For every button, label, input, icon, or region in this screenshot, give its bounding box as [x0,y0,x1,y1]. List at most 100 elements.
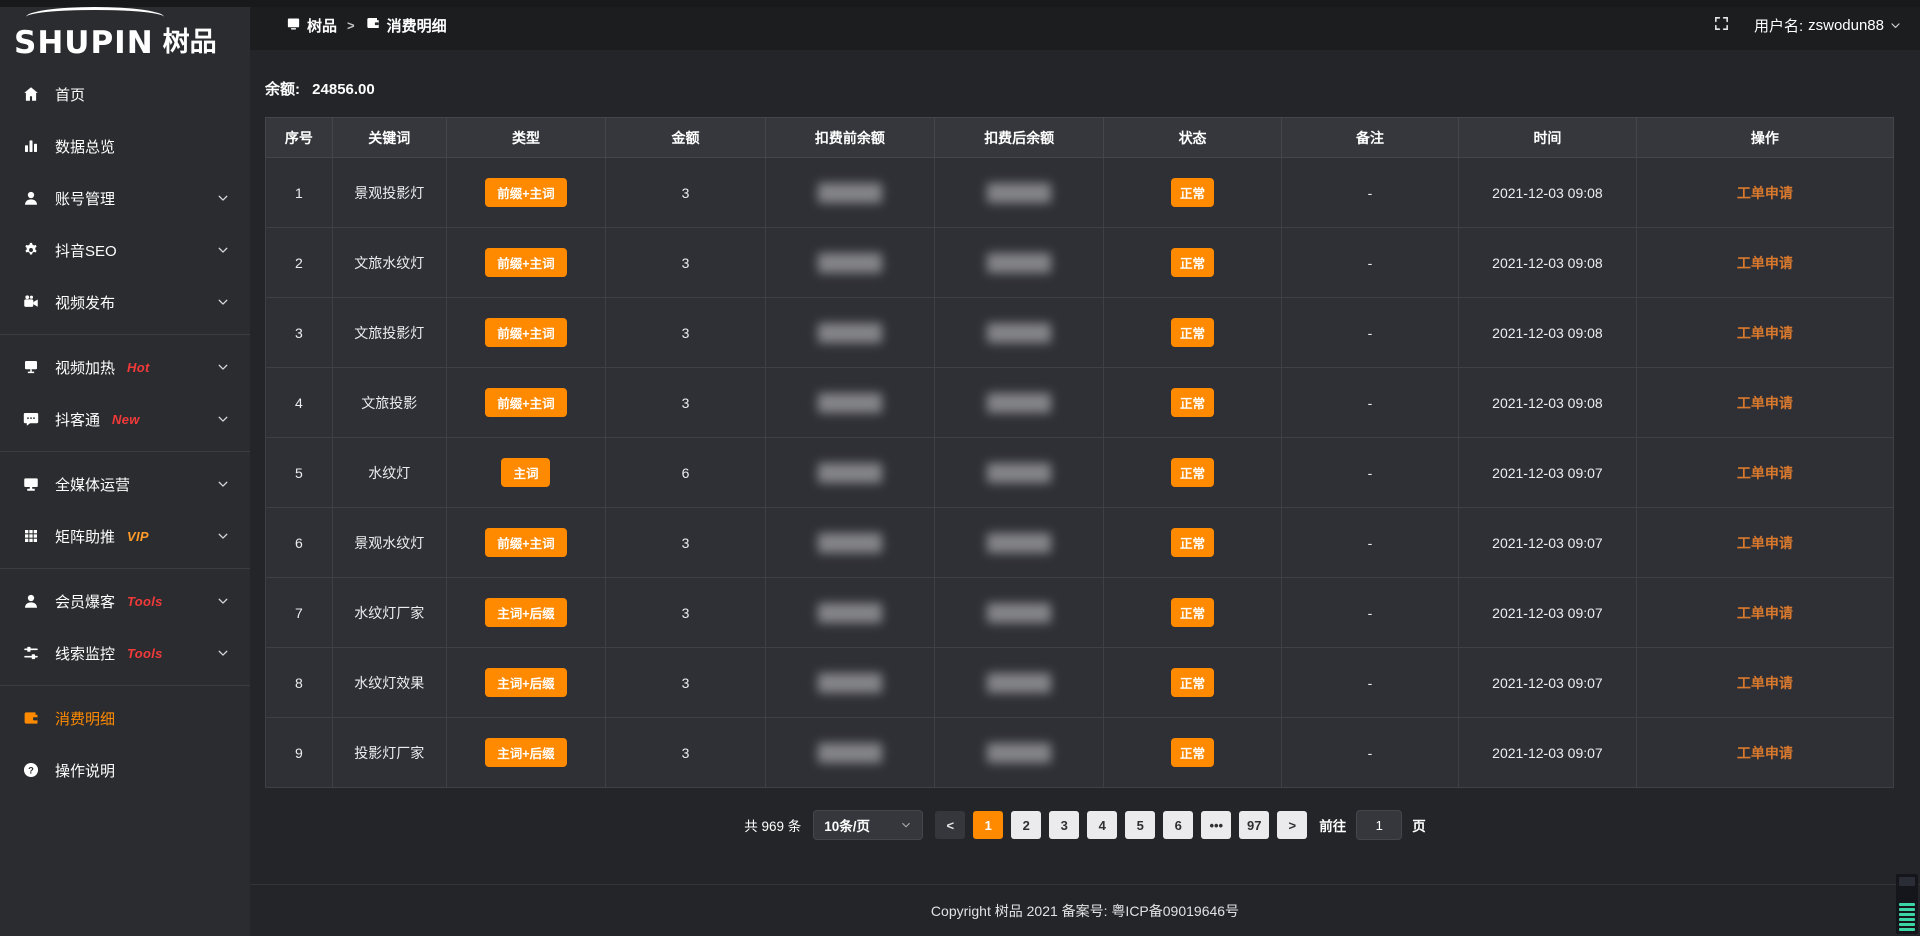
cell-before-balance [765,438,934,508]
ticket-apply-link[interactable]: 工单申请 [1737,325,1793,341]
cell-status: 正常 [1104,158,1281,228]
sidebar-item-4-0[interactable]: 消费明细 [0,692,250,744]
chevron-down-icon [1889,19,1902,32]
sidebar-item-4-1[interactable]: ?操作说明 [0,744,250,796]
ticket-apply-link[interactable]: 工单申请 [1737,745,1793,761]
fullscreen-button[interactable] [1713,15,1730,36]
masked-value [987,253,1051,273]
fullscreen-icon [1713,15,1730,32]
ticket-apply-link[interactable]: 工单申请 [1737,185,1793,201]
sidebar-item-label: 矩阵助推 [55,526,115,547]
ticket-apply-link[interactable]: 工单申请 [1737,535,1793,551]
cell-status: 正常 [1104,578,1281,648]
masked-value [818,393,882,413]
page-button-97[interactable]: 97 [1239,811,1269,839]
breadcrumb-label: 消费明细 [387,15,447,36]
sidebar-item-3-1[interactable]: 线索监控Tools [0,627,250,679]
ticket-apply-link[interactable]: 工单申请 [1737,255,1793,271]
dashboard-icon [286,16,301,31]
sidebar-item-0-3[interactable]: 抖音SEO [0,224,250,276]
breadcrumb-item-home[interactable]: 树品 [286,15,337,36]
brand-logo: SHUPIN 树品 [0,0,250,56]
status-badge: 正常 [1171,458,1214,487]
page-size-select[interactable]: 10条/页 [813,810,923,840]
cell-time: 2021-12-03 09:07 [1459,508,1636,578]
cell-time: 2021-12-03 09:08 [1459,228,1636,298]
ticket-apply-link[interactable]: 工单申请 [1737,395,1793,411]
status-badge: 正常 [1171,388,1214,417]
cell-action: 工单申请 [1636,438,1893,508]
cell-type: 主词+后缀 [446,578,606,648]
wallet-icon [365,15,381,31]
sidebar-item-0-1[interactable]: 数据总览 [0,120,250,172]
cell-after-balance [935,438,1104,508]
goto-page-input[interactable] [1356,810,1402,840]
cell-type: 前缀+主词 [446,298,606,368]
sidebar-item-label: 线索监控 [55,643,115,664]
chat-icon [22,410,40,428]
masked-value [818,743,882,763]
cell-remark: - [1281,368,1458,438]
next-page-button[interactable]: > [1277,811,1307,839]
cell-remark: - [1281,298,1458,368]
table-wrap: 序号关键词类型金额扣费前余额扣费后余额状态备注时间操作 1 景观投影灯 前缀+主… [250,117,1920,788]
chevron-down-icon [216,594,230,608]
cell-keyword: 文旅投影 [332,368,446,438]
prev-page-button[interactable]: < [935,811,965,839]
page-button-5[interactable]: 5 [1125,811,1155,839]
breadcrumb-label: 树品 [307,15,337,36]
sliders-icon [22,644,40,662]
topbar-right: 用户名: zswodun88 [1713,15,1902,36]
masked-value [987,393,1051,413]
table-row: 5 水纹灯 主词 6 正常 - 2021-12-03 09:07 工单申请 [266,438,1894,508]
cell-after-balance [935,158,1104,228]
page-button-2[interactable]: 2 [1011,811,1041,839]
footer: Copyright 树品 2021 备案号: 粤ICP备09019646号 [250,884,1920,936]
cell-remark: - [1281,578,1458,648]
sidebar-item-tag: Hot [127,360,150,375]
ticket-apply-link[interactable]: 工单申请 [1737,605,1793,621]
cell-remark: - [1281,158,1458,228]
sidebar-item-2-0[interactable]: 全媒体运营 [0,458,250,510]
cell-status: 正常 [1104,438,1281,508]
sidebar-item-3-0[interactable]: 会员爆客Tools [0,575,250,627]
masked-value [987,673,1051,693]
menu-divider [0,451,250,452]
username-value: zswodun88 [1808,17,1884,34]
page-button-3[interactable]: 3 [1049,811,1079,839]
page-button-1[interactable]: 1 [973,811,1003,839]
table-row: 9 投影灯厂家 主词+后缀 3 正常 - 2021-12-03 09:07 工单… [266,718,1894,788]
chevron-down-icon [216,646,230,660]
masked-value [818,323,882,343]
sidebar-item-0-2[interactable]: 账号管理 [0,172,250,224]
user-menu[interactable]: 用户名: zswodun88 [1754,15,1902,36]
sidebar-item-2-1[interactable]: 矩阵助推VIP [0,510,250,562]
sidebar-item-label: 账号管理 [55,188,115,209]
sidebar-item-1-0[interactable]: 视频加热Hot [0,341,250,393]
cell-before-balance [765,508,934,578]
cell-type: 主词+后缀 [446,718,606,788]
cell-before-balance [765,578,934,648]
sidebar-item-0-4[interactable]: 视频发布 [0,276,250,328]
cell-amount: 3 [606,368,766,438]
masked-value [987,533,1051,553]
page-ellipsis-button[interactable]: ••• [1201,811,1231,839]
cell-keyword: 水纹灯厂家 [332,578,446,648]
cell-type: 前缀+主词 [446,368,606,438]
sidebar-item-0-0[interactable]: 首页 [0,68,250,120]
column-header: 扣费前余额 [765,118,934,158]
chevron-down-icon [216,191,230,205]
sidebar-item-1-1[interactable]: 抖客通New [0,393,250,445]
user-icon [22,189,40,207]
page-button-6[interactable]: 6 [1163,811,1193,839]
cell-after-balance [935,298,1104,368]
type-badge: 前缀+主词 [485,318,566,347]
breadcrumb-item-current[interactable]: 消费明细 [365,15,447,36]
logo-arc [26,7,164,27]
ticket-apply-link[interactable]: 工单申请 [1737,465,1793,481]
ticket-apply-link[interactable]: 工单申请 [1737,675,1793,691]
cell-time: 2021-12-03 09:08 [1459,368,1636,438]
sidebar-item-label: 操作说明 [55,760,115,781]
chevron-down-icon [900,819,912,831]
page-button-4[interactable]: 4 [1087,811,1117,839]
